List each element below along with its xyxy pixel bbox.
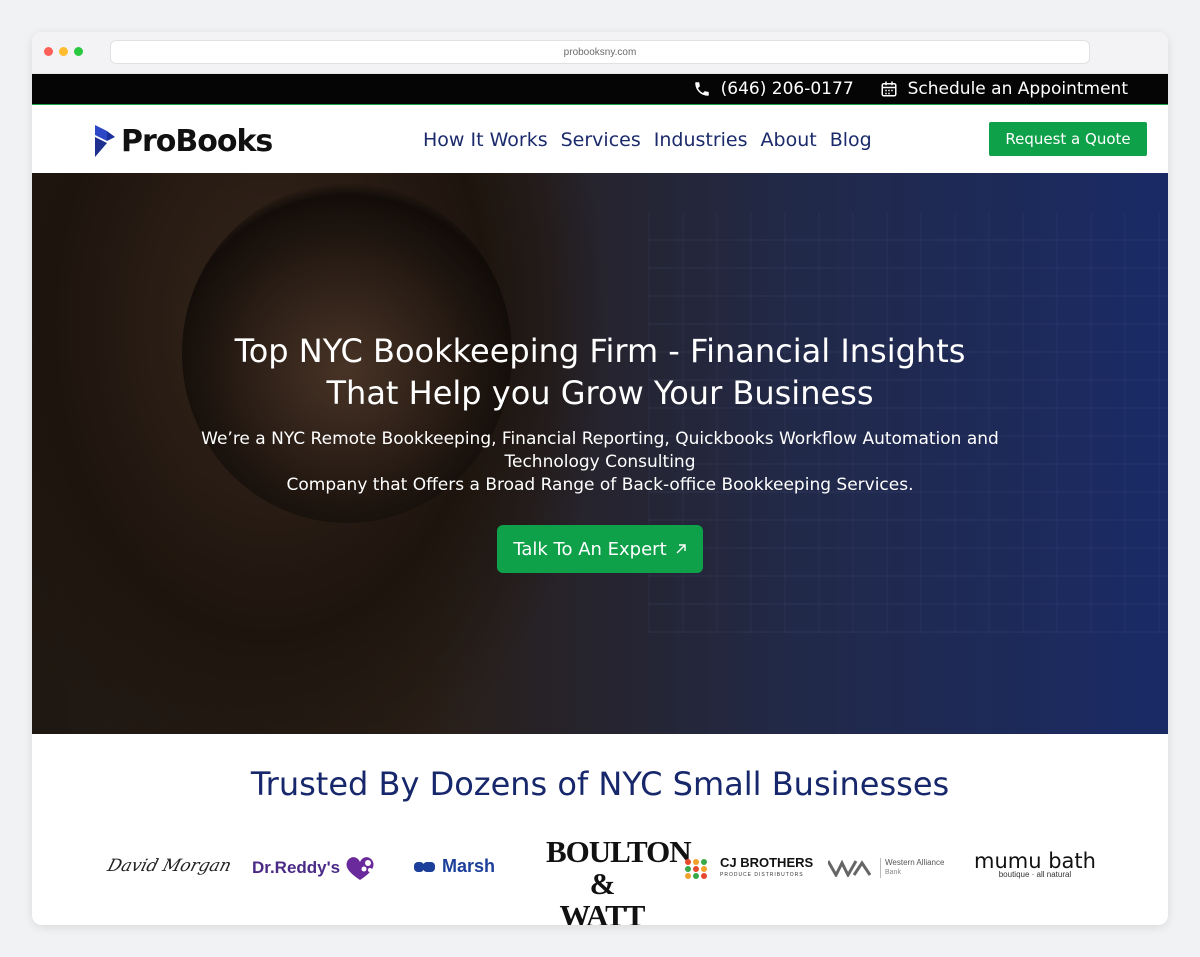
nav-link-blog[interactable]: Blog xyxy=(830,129,872,151)
minimize-dot[interactable] xyxy=(59,47,68,56)
nav-link-industries[interactable]: Industries xyxy=(654,129,748,151)
logo-cj-brothers-sub: PRODUCE DISTRIBUTORS xyxy=(720,872,804,878)
hero-subtitle-line2: Technology Consulting xyxy=(504,452,696,472)
cta-label: Talk To An Expert xyxy=(513,538,667,560)
marsh-mark-icon xyxy=(414,861,435,872)
client-logo-dr-reddys: Dr.Reddy's xyxy=(252,854,378,882)
address-bar[interactable]: probooksny.com xyxy=(110,40,1090,64)
phone-icon xyxy=(694,82,709,96)
logo-mumu-bath-sub: boutique · all natural xyxy=(998,870,1072,879)
maximize-dot[interactable] xyxy=(74,47,83,56)
address-text: probooksny.com xyxy=(563,46,637,58)
logo-dr-reddys-text: Dr.Reddy's xyxy=(252,858,341,877)
browser-chrome: probooksny.com xyxy=(32,32,1168,74)
window-controls xyxy=(44,47,83,56)
dr-reddys-heart-icon xyxy=(346,857,374,880)
logo-western-alliance-sub: Bank xyxy=(885,869,901,876)
cj-brothers-text: CJ BROTHERS PRODUCE DISTRIBUTORS xyxy=(720,855,814,881)
hero-title-line1: Top NYC Bookkeeping Firm - Financial Ins… xyxy=(234,332,966,370)
hero-title-line2: That Help you Grow Your Business xyxy=(326,374,874,412)
hero-subtitle: We’re a NYC Remote Bookkeeping, Financia… xyxy=(190,428,1010,497)
close-dot[interactable] xyxy=(44,47,53,56)
schedule-link[interactable]: Schedule an Appointment xyxy=(880,79,1128,99)
hero-subtitle-line3: Company that Offers a Broad Range of Bac… xyxy=(286,475,914,495)
western-alliance-mark-icon xyxy=(828,859,872,877)
schedule-label: Schedule an Appointment xyxy=(907,79,1128,99)
logo-david-morgan-text: David Morgan xyxy=(105,856,234,876)
mumu-bath-text: mumu bath boutique · all natural xyxy=(974,849,1096,880)
nav-link-about[interactable]: About xyxy=(761,129,817,151)
top-contact-bar: (646) 206-0177 Schedule an Appointment xyxy=(32,74,1168,105)
nav-menu: How It Works Services Industries About B… xyxy=(423,129,872,151)
client-logo-mumu-bath: mumu bath boutique · all natural xyxy=(974,849,1096,880)
phone-number: (646) 206-0177 xyxy=(720,79,854,99)
client-logo-western-alliance: Western Alliance Bank xyxy=(828,858,944,878)
request-quote-button[interactable]: Request a Quote xyxy=(989,122,1147,156)
probooks-logo-mark-icon xyxy=(95,125,115,157)
client-logo-marsh: Marsh xyxy=(414,856,495,877)
logo-boulton-watt-text: BOULTON & WATT xyxy=(546,834,692,926)
phone-link[interactable]: (646) 206-0177 xyxy=(693,79,854,99)
trusted-section: Trusted By Dozens of NYC Small Businesse… xyxy=(32,734,1168,925)
probooks-logo[interactable]: ProBooks xyxy=(93,123,273,159)
client-logo-cj-brothers: CJ BROTHERS PRODUCE DISTRIBUTORS xyxy=(684,855,814,881)
hero-content: Top NYC Bookkeeping Firm - Financial Ins… xyxy=(32,330,1168,573)
logo-cj-brothers-title: CJ BROTHERS xyxy=(720,855,814,870)
client-logos: David Morgan Dr.Reddy's Marsh BOULTON & … xyxy=(102,834,1102,926)
western-alliance-text: Western Alliance Bank xyxy=(880,858,944,878)
browser-window: probooksny.com (646) 206-0177 Schedule a… xyxy=(32,32,1168,925)
talk-to-expert-button[interactable]: Talk To An Expert xyxy=(497,525,703,573)
cj-brothers-grid-icon xyxy=(685,859,707,879)
hero-section: Top NYC Bookkeeping Firm - Financial Ins… xyxy=(32,173,1168,734)
logo-mumu-bath-title: mumu bath xyxy=(974,849,1096,873)
hero-subtitle-line1: We’re a NYC Remote Bookkeeping, Financia… xyxy=(201,429,999,449)
main-nav: ProBooks How It Works Services Industrie… xyxy=(32,105,1168,173)
calendar-icon xyxy=(881,81,897,97)
hero-title: Top NYC Bookkeeping Firm - Financial Ins… xyxy=(220,330,980,414)
trusted-heading: Trusted By Dozens of NYC Small Businesse… xyxy=(250,765,950,803)
logo-text: ProBooks xyxy=(121,123,273,159)
arrow-up-right-icon xyxy=(676,544,686,554)
nav-link-services[interactable]: Services xyxy=(561,129,641,151)
logo-marsh-text: Marsh xyxy=(442,856,496,876)
nav-link-how-it-works[interactable]: How It Works xyxy=(423,129,548,151)
client-logo-boulton-watt: BOULTON & WATT xyxy=(546,834,692,926)
logo-western-alliance-title: Western Alliance xyxy=(885,858,945,867)
client-logo-david-morgan: David Morgan xyxy=(105,856,234,876)
